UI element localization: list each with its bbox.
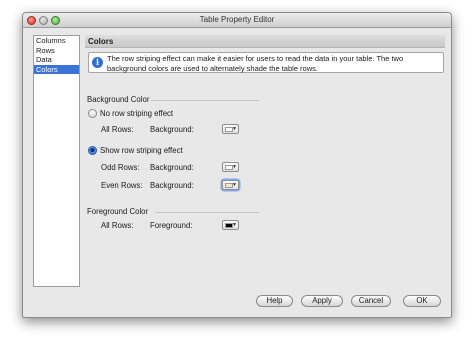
sidebar-item-data[interactable]: Data bbox=[34, 55, 79, 65]
sidebar-item-rows[interactable]: Rows bbox=[34, 46, 79, 56]
show-striping-option[interactable]: Show row striping effect bbox=[88, 145, 183, 155]
foreground-color-button[interactable]: ▼ bbox=[222, 220, 239, 230]
chevron-down-icon: ▼ bbox=[232, 164, 237, 170]
all-rows-background-label: Background: bbox=[150, 125, 194, 134]
info-text-line-2: background colors are used to alternatel… bbox=[107, 63, 318, 73]
foreground-label: Foreground: bbox=[150, 221, 193, 230]
panel-header: Colors bbox=[85, 35, 445, 48]
all-rows-label: All Rows: bbox=[101, 125, 134, 134]
info-icon: i bbox=[92, 57, 103, 68]
ok-button[interactable]: OK bbox=[403, 295, 441, 307]
foreground-section-divider bbox=[155, 212, 259, 213]
even-rows-label: Even Rows: bbox=[101, 181, 143, 190]
show-striping-radio[interactable] bbox=[88, 145, 97, 155]
foreground-color-section-title: Foreground Color bbox=[87, 207, 149, 216]
info-text: The row striping effect can make it easi… bbox=[107, 54, 443, 73]
info-message: i The row striping effect can make it ea… bbox=[88, 52, 444, 73]
sidebar-item-colors[interactable]: Colors bbox=[34, 64, 79, 74]
all-rows-background-color-button[interactable]: ▼ bbox=[222, 124, 239, 134]
apply-button[interactable]: Apply bbox=[301, 295, 343, 307]
odd-rows-label: Odd Rows: bbox=[101, 163, 140, 172]
even-rows-background-label: Background: bbox=[150, 181, 194, 190]
window-title: Table Property Editor bbox=[199, 15, 275, 24]
cancel-button[interactable]: Cancel bbox=[351, 295, 391, 307]
category-list: Columns Rows Data Colors bbox=[33, 35, 80, 287]
even-rows-background-color-button[interactable]: ▼ bbox=[222, 180, 239, 190]
chevron-down-icon: ▼ bbox=[232, 126, 237, 132]
odd-rows-background-color-button[interactable]: ▼ bbox=[222, 162, 239, 172]
chevron-down-icon: ▼ bbox=[232, 182, 237, 188]
colors-panel: Colors i The row striping effect can mak… bbox=[85, 35, 445, 288]
odd-rows-background-label: Background: bbox=[150, 163, 194, 172]
show-striping-label: Show row striping effect bbox=[100, 145, 183, 155]
background-color-section-title: Background Color bbox=[87, 95, 150, 104]
sidebar-item-columns[interactable]: Columns bbox=[34, 36, 79, 46]
table-property-editor-window: Table Property Editor Columns Rows Data … bbox=[22, 12, 452, 318]
help-button[interactable]: Help bbox=[256, 295, 293, 307]
foreground-all-rows-label: All Rows: bbox=[101, 221, 134, 230]
no-striping-radio[interactable] bbox=[88, 108, 97, 118]
no-striping-option[interactable]: No row striping effect bbox=[88, 108, 173, 118]
background-section-divider bbox=[151, 100, 259, 101]
chevron-down-icon: ▼ bbox=[232, 222, 237, 228]
info-text-line-1: The row striping effect can make it easi… bbox=[107, 54, 404, 63]
no-striping-label: No row striping effect bbox=[100, 108, 174, 118]
title-bar: Table Property Editor bbox=[23, 13, 451, 28]
